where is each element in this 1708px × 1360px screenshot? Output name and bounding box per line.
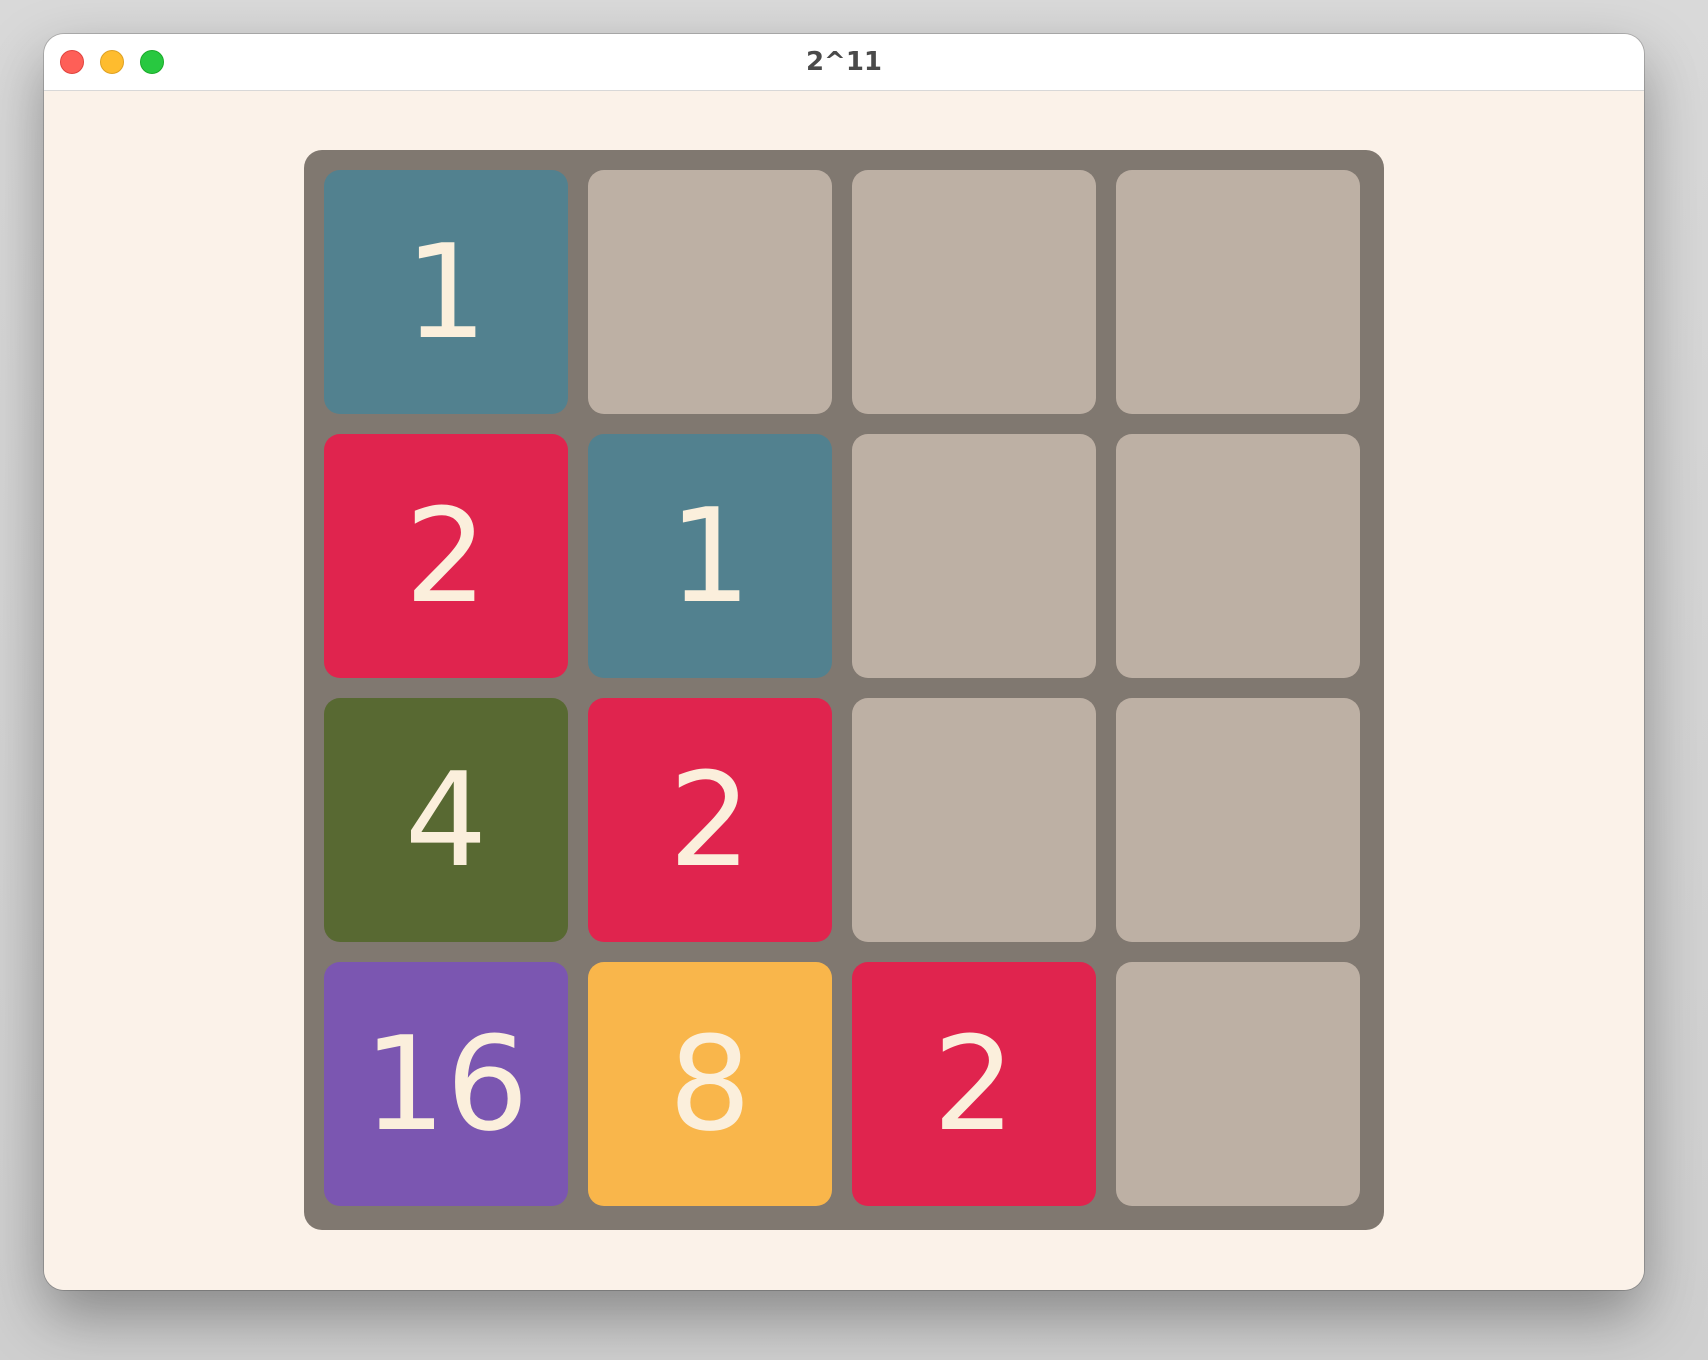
empty-cell bbox=[1116, 698, 1360, 942]
empty-cell bbox=[1116, 962, 1360, 1206]
empty-cell bbox=[852, 698, 1096, 942]
empty-cell bbox=[852, 434, 1096, 678]
desktop: 2^11 1 2 1 4 2 16 8 2 bbox=[0, 0, 1708, 1360]
tile-2: 2 bbox=[324, 434, 568, 678]
tile-8: 8 bbox=[588, 962, 832, 1206]
tile-4: 4 bbox=[324, 698, 568, 942]
empty-cell bbox=[852, 170, 1096, 414]
empty-cell bbox=[1116, 170, 1360, 414]
window-title: 2^11 bbox=[805, 47, 883, 77]
tile-2: 2 bbox=[852, 962, 1096, 1206]
empty-cell bbox=[1116, 434, 1360, 678]
game-board[interactable]: 1 2 1 4 2 16 8 2 bbox=[304, 150, 1384, 1230]
tile-1: 1 bbox=[588, 434, 832, 678]
title-bar: 2^11 bbox=[44, 34, 1644, 91]
tile-2: 2 bbox=[588, 698, 832, 942]
tile-16: 16 bbox=[324, 962, 568, 1206]
game-window: 2^11 1 2 1 4 2 16 8 2 bbox=[44, 34, 1644, 1290]
tile-1: 1 bbox=[324, 170, 568, 414]
empty-cell bbox=[588, 170, 832, 414]
game-area: 1 2 1 4 2 16 8 2 bbox=[44, 91, 1644, 1290]
